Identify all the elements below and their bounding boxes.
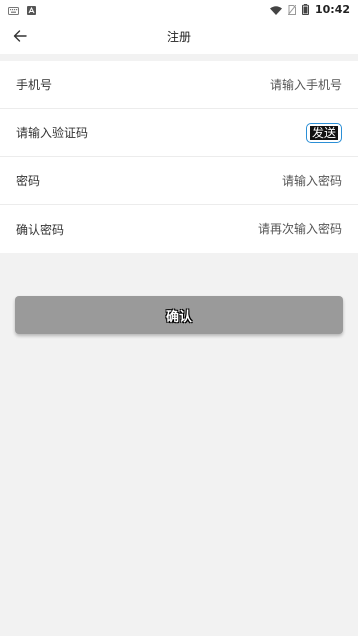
back-button[interactable] xyxy=(8,24,32,48)
keyboard-icon xyxy=(8,0,19,19)
status-bar: 10:42 xyxy=(0,0,358,18)
confirm-button[interactable]: 确认 xyxy=(15,296,343,334)
confirm-password-label: 确认密码 xyxy=(16,222,65,237)
confirm-password-input[interactable] xyxy=(192,222,342,236)
no-sim-icon xyxy=(287,0,297,19)
password-row: 密码 xyxy=(0,157,358,205)
notification-a-icon xyxy=(27,0,36,19)
status-time: 10:42 xyxy=(314,2,350,16)
phone-row: 手机号 xyxy=(0,61,358,109)
status-left xyxy=(8,0,36,19)
status-right: 10:42 xyxy=(269,0,350,19)
code-label[interactable]: 请输入验证码 xyxy=(16,124,88,141)
battery-icon xyxy=(301,0,309,19)
code-row: 请输入验证码 发送 xyxy=(0,109,358,157)
wifi-icon xyxy=(269,0,282,19)
phone-input[interactable] xyxy=(192,77,342,92)
password-input[interactable] xyxy=(192,173,342,188)
send-code-button[interactable]: 发送 xyxy=(305,122,342,143)
app-bar: 注册 xyxy=(0,18,358,54)
phone-label: 手机号 xyxy=(16,78,53,92)
page-title: 注册 xyxy=(166,29,191,44)
password-label: 密码 xyxy=(16,174,41,188)
register-form: 手机号 请输入验证码 发送 密码 确认密码 xyxy=(0,61,358,253)
confirm-password-row: 确认密码 xyxy=(0,205,358,253)
send-code-label: 发送 xyxy=(309,125,338,140)
confirm-button-label: 确认 xyxy=(165,309,192,325)
arrow-left-icon xyxy=(13,27,27,46)
